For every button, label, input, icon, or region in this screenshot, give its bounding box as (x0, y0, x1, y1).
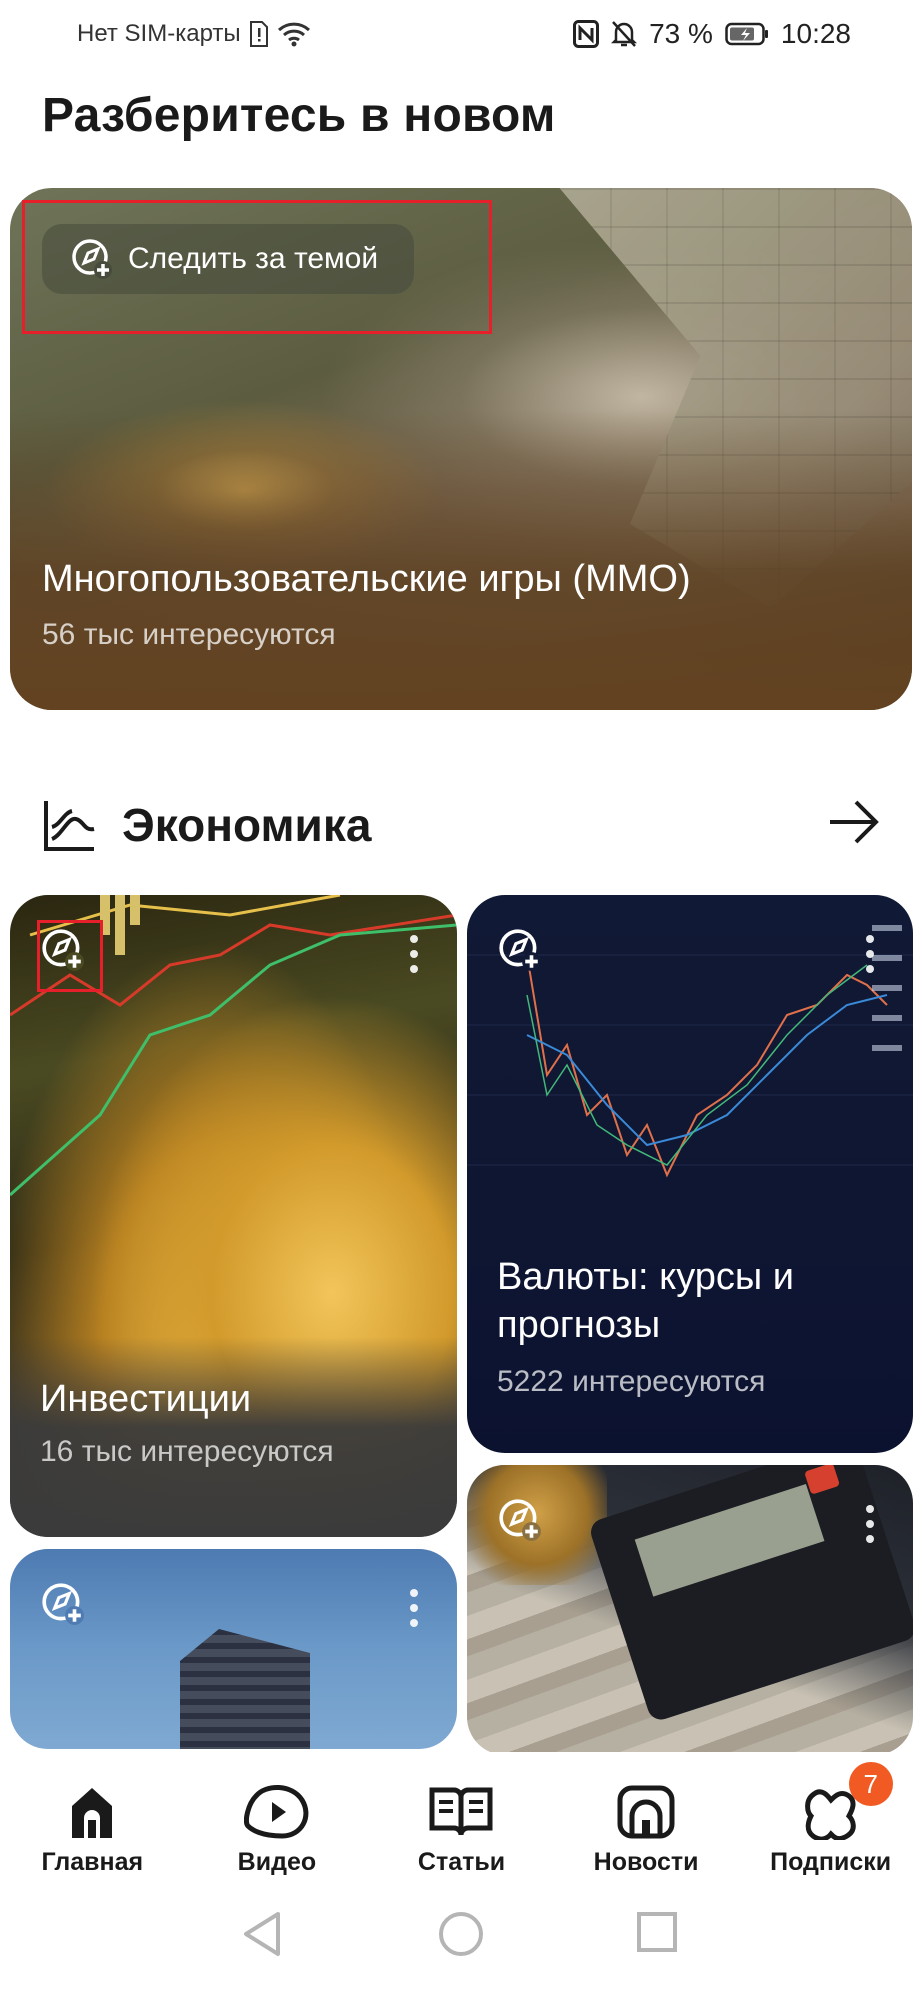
news-icon (616, 1784, 676, 1840)
nav-item-articles[interactable]: Статьи (376, 1784, 546, 1877)
card-title-line-2: прогнозы (497, 1304, 661, 1346)
nav-item-news[interactable]: Новости (561, 1784, 731, 1877)
notification-badge: 7 (848, 1762, 893, 1806)
section-title: Экономика (122, 799, 372, 851)
highlight-box (22, 200, 492, 334)
nav-item-video[interactable]: Видео (192, 1784, 362, 1877)
nav-label: Главная (41, 1848, 144, 1876)
highlight-box (37, 920, 103, 992)
home-circle-icon[interactable] (437, 1910, 485, 1963)
topic-card-finance[interactable] (467, 1465, 913, 1755)
no-sim-icon (249, 21, 269, 47)
compass-plus-icon[interactable] (40, 1581, 86, 1632)
card-title: Инвестиции (40, 1378, 252, 1420)
mute-bell-icon (611, 20, 638, 48)
nfc-icon (573, 20, 600, 48)
compass-plus-icon[interactable] (497, 927, 543, 978)
more-options-icon[interactable] (409, 935, 419, 973)
battery-percent: 73 % (649, 18, 713, 49)
home-icon (62, 1784, 122, 1840)
nav-label: Подписки (770, 1848, 892, 1876)
hero-subtitle: 56 тыс интересуются (42, 618, 336, 651)
wifi-icon (277, 21, 311, 47)
recent-apps-icon[interactable] (635, 1910, 679, 1959)
nav-item-subscriptions[interactable]: 7 Подписки (746, 1762, 916, 1877)
battery-icon (725, 22, 769, 46)
chart-icon (42, 797, 98, 853)
calculator-image (587, 1465, 913, 1724)
articles-icon (428, 1784, 494, 1840)
nav-label: Новости (593, 1848, 699, 1876)
card-title-line-1: Валюты: курсы и (497, 1256, 795, 1298)
nav-item-home[interactable]: Главная (7, 1784, 177, 1877)
arrow-right-icon[interactable] (826, 796, 882, 853)
card-subtitle: 16 тыс интересуются (40, 1435, 334, 1468)
more-options-icon[interactable] (865, 1505, 875, 1543)
back-icon[interactable] (240, 1910, 284, 1963)
bottom-navigation: Главная Видео Статьи Новости 7 Подписки (0, 1752, 923, 1882)
page-title: Разберитесь в новом (42, 89, 556, 142)
compass-plus-icon[interactable] (497, 1497, 543, 1548)
video-icon (243, 1784, 310, 1840)
card-subtitle: 5222 интересуются (497, 1365, 766, 1398)
more-options-icon[interactable] (865, 935, 875, 973)
section-header: Экономика (42, 790, 882, 860)
nav-label: Статьи (417, 1848, 506, 1876)
hero-title: Многопользовательские игры (MMO) (42, 558, 691, 600)
nav-label: Видео (237, 1848, 317, 1876)
more-options-icon[interactable] (409, 1589, 419, 1627)
building-image (180, 1629, 310, 1749)
topic-card-currency[interactable]: Валюты: курсы и прогнозы 5222 интересуют… (467, 895, 913, 1453)
system-navigation-bar (0, 1882, 923, 1999)
clock: 10:28 (780, 18, 851, 49)
status-bar: Нет SIM-карты 73 % 10:28 (0, 0, 923, 70)
carrier-text: Нет SIM-карты (77, 20, 241, 47)
topic-card-real-estate[interactable] (10, 1549, 457, 1749)
